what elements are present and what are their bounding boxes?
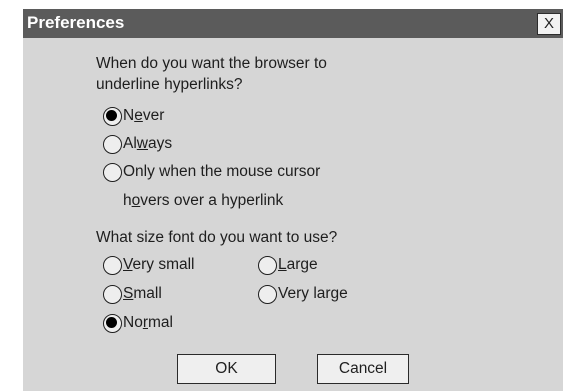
label-small[interactable]: Small	[123, 284, 162, 304]
label-large[interactable]: Large	[278, 255, 318, 275]
font-size-question: What size font do you want to use?	[96, 229, 338, 246]
underline-question-line-1: When do you want the browser to	[96, 55, 327, 72]
label-never[interactable]: Never	[123, 106, 164, 126]
radio-normal[interactable]	[103, 314, 122, 333]
underline-question-line-2: underline hyperlinks?	[96, 76, 243, 93]
radio-large[interactable]	[258, 256, 277, 275]
radio-small[interactable]	[103, 285, 122, 304]
dialog-title: Preferences	[27, 13, 125, 32]
label-very-small[interactable]: Very small	[123, 255, 195, 275]
label-hover-line-2[interactable]: hovers over a hyperlink	[123, 191, 283, 211]
label-normal[interactable]: Normal	[123, 313, 173, 333]
close-button[interactable]: X	[537, 13, 561, 35]
preferences-dialog: Preferences X When do you want the brows…	[23, 9, 563, 391]
radio-never[interactable]	[103, 107, 122, 126]
label-very-large[interactable]: Very large	[278, 284, 348, 304]
title-bar: Preferences X	[23, 9, 563, 38]
radio-hover[interactable]	[103, 163, 122, 182]
cancel-button[interactable]: Cancel	[317, 354, 409, 384]
radio-very-small[interactable]	[103, 256, 122, 275]
ok-button[interactable]: OK	[177, 354, 276, 384]
label-hover-line-1[interactable]: Only when the mouse cursor	[123, 162, 320, 182]
radio-very-large[interactable]	[258, 285, 277, 304]
label-always[interactable]: Always	[123, 134, 172, 154]
radio-always[interactable]	[103, 135, 122, 154]
